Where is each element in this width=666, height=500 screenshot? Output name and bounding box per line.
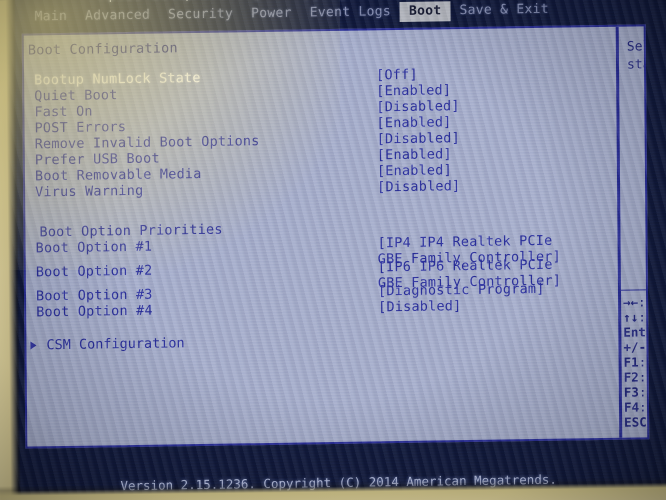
legend-text-save: : Save (638, 399, 647, 415)
settings-list: Bootup NumLock State [Off] Quiet Boot [E… (24, 64, 618, 355)
legend-row-f2: F2: Prev (623, 369, 648, 385)
triangle-right-icon (30, 341, 37, 350)
tab-power[interactable]: Power (242, 3, 301, 24)
tab-security[interactable]: Security (159, 4, 242, 25)
help-description-line1: Selec (626, 39, 648, 55)
legend-row-plus-minus: +/-: Cha (623, 339, 647, 355)
arrow-up-down-icon: ↑↓ (623, 309, 639, 325)
legend-key-f1: F1 (623, 354, 639, 370)
legend-row-f4: F4: Save (623, 399, 647, 415)
key-legend: →←: Sele ↑↓: Sele Enter: S +/-: Cha F1: (620, 289, 648, 430)
legend-key-f4: F4 (623, 399, 640, 415)
help-pane: Selec state →←: Sele ↑↓: Sele Enter: S (619, 26, 648, 437)
tab-boot[interactable]: Boot (399, 1, 451, 22)
help-description-line2: state (626, 57, 648, 73)
tab-event-logs[interactable]: Event Logs (301, 2, 400, 23)
content-area: Boot Configuration Bootup NumLock State … (21, 24, 650, 449)
legend-row-up-down: ↑↓: Sele (623, 309, 647, 325)
bios-screen: Aptio Setup Utility - Copyright (C) 2014… (0, 0, 666, 500)
submenu-label: CSM Configuration (46, 335, 185, 354)
section-title: Boot Configuration (27, 40, 178, 59)
legend-text-optimized-defaults: : Optim (638, 384, 647, 400)
legend-row-f3: F3: Optim (623, 384, 647, 400)
legend-text-general-help: : Gene (638, 354, 648, 370)
tab-save-and-exit[interactable]: Save & Exit (450, 0, 558, 21)
legend-row-esc: ESC: Exit (624, 414, 648, 430)
legend-key-enter: Enter (623, 324, 648, 340)
bios-photo: Aptio Setup Utility - Copyright (C) 2014… (0, 0, 666, 500)
legend-text-change: : Cha (646, 339, 647, 355)
legend-text-exit: : Exit (647, 414, 648, 430)
arrow-left-right-icon: →← (623, 294, 639, 310)
legend-row-f1: F1: Gene (623, 354, 648, 370)
tab-advanced[interactable]: Advanced (76, 6, 159, 27)
tab-main[interactable]: Main (26, 7, 77, 28)
settings-pane: Boot Configuration Bootup NumLock State … (24, 27, 620, 447)
legend-key-esc: ESC (624, 414, 647, 430)
legend-text-select-screen: : Sele (638, 294, 647, 310)
legend-key-f3: F3 (623, 384, 639, 400)
legend-text-previous-values: : Prev (638, 369, 648, 385)
legend-row-enter: Enter: S (623, 324, 648, 340)
legend-key-plus-minus: +/- (623, 339, 647, 355)
legend-key-f2: F2 (623, 369, 639, 385)
legend-row-left-right: →←: Sele (623, 294, 647, 310)
legend-text-select-item: : Sele (638, 309, 647, 325)
screen-wrapper: Aptio Setup Utility - Copyright (C) 2014… (0, 0, 666, 500)
